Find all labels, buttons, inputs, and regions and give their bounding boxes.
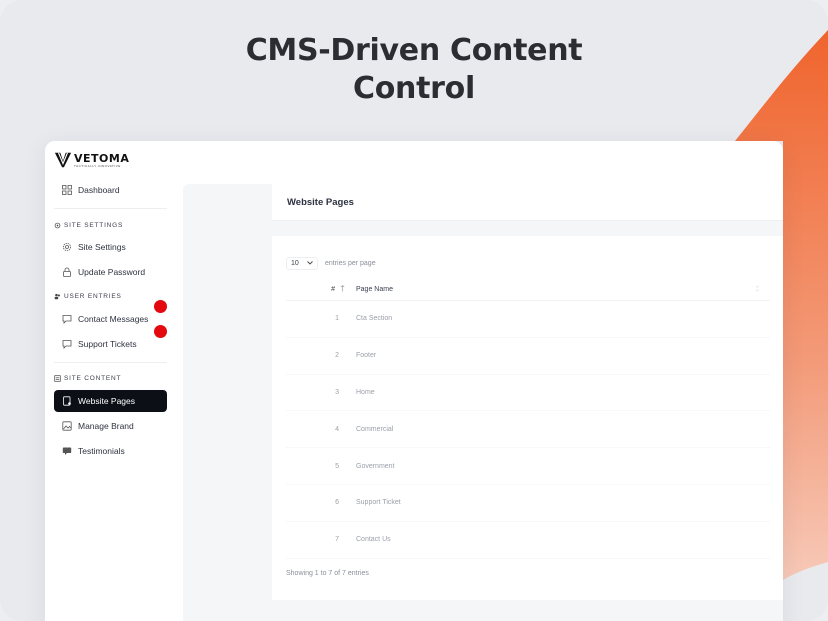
main-content: Website Pages 10 entries per page # Page… <box>183 184 783 621</box>
sidebar-item-website-pages[interactable]: Website Pages <box>54 390 167 412</box>
table-header: # Page Name <box>286 279 770 301</box>
sidebar: VETOMA TACTICALLY INNOVATIVE Dashboard S… <box>45 141 182 621</box>
table-row[interactable]: 6 Support Ticket <box>286 485 770 522</box>
sort-icon <box>340 285 345 294</box>
sidebar-item-support-tickets[interactable]: Support Tickets <box>54 333 167 355</box>
sidebar-item-manage-brand[interactable]: Manage Brand <box>54 415 167 437</box>
section-title-user-entries: USER ENTRIES <box>54 293 122 300</box>
table-row[interactable]: 2 Footer <box>286 338 770 375</box>
ticket-icon <box>62 339 72 349</box>
admin-app-window: VETOMA TACTICALLY INNOVATIVE Dashboard S… <box>45 141 783 621</box>
logo-v-icon <box>54 152 72 168</box>
section-title-site-content: SITE CONTENT <box>54 375 121 382</box>
sidebar-item-label: Support Tickets <box>78 339 137 349</box>
headline-line-1: CMS-Driven Content <box>245 33 583 68</box>
sidebar-item-label: Site Settings <box>78 242 126 252</box>
page-title: Website Pages <box>272 184 783 221</box>
section-title-site-settings: SITE SETTINGS <box>54 222 123 229</box>
dashboard-icon <box>62 185 72 195</box>
users-icon <box>54 293 61 300</box>
sidebar-item-label: Website Pages <box>78 396 136 406</box>
gear-icon <box>62 242 72 252</box>
pages-table-card: 10 entries per page # Page Name 1 Cta Se… <box>272 236 783 600</box>
sidebar-item-update-password[interactable]: Update Password <box>54 261 167 283</box>
chevron-down-icon <box>307 260 313 267</box>
promo-canvas: CMS-Driven Content Control VETOMA TACTIC… <box>0 0 828 621</box>
content-icon <box>54 375 61 382</box>
headline: CMS-Driven Content Control <box>0 32 828 108</box>
table-row[interactable]: 5 Government <box>286 448 770 485</box>
column-header-number[interactable]: # <box>286 285 356 294</box>
sidebar-item-testimonials[interactable]: Testimonials <box>54 440 167 462</box>
table-row[interactable]: 1 Cta Section <box>286 301 770 338</box>
sort-icon <box>755 285 760 294</box>
pages-table: # Page Name 1 Cta Section 2 Footer 3 Hom… <box>286 279 770 559</box>
image-icon <box>62 421 72 431</box>
logo-name: VETOMA <box>74 151 130 165</box>
sidebar-item-label: Manage Brand <box>78 421 134 431</box>
table-row[interactable]: 4 Commercial <box>286 411 770 449</box>
headline-line-2: Control <box>353 71 475 106</box>
sidebar-item-label: Update Password <box>78 267 146 277</box>
column-header-page-name[interactable]: Page Name <box>356 285 770 294</box>
entries-per-page-value: 10 <box>291 260 299 267</box>
brand-logo[interactable]: VETOMA TACTICALLY INNOVATIVE <box>54 151 129 169</box>
entries-length-control: 10 entries per page <box>286 257 376 270</box>
lock-icon <box>62 267 72 277</box>
sidebar-item-site-settings[interactable]: Site Settings <box>54 236 167 258</box>
sidebar-divider <box>54 362 167 363</box>
table-info-text: Showing 1 to 7 of 7 entries <box>286 570 369 577</box>
sidebar-item-label: Dashboard <box>78 185 120 195</box>
sidebar-item-label: Testimonials <box>78 446 125 456</box>
gear-icon <box>54 222 61 229</box>
testimonial-icon <box>62 446 72 456</box>
page-icon <box>62 396 72 406</box>
sidebar-divider <box>54 208 167 209</box>
sidebar-item-label: Contact Messages <box>78 314 149 324</box>
entries-per-page-select[interactable]: 10 <box>286 257 318 270</box>
sidebar-item-contact-messages[interactable]: Contact Messages <box>54 308 167 330</box>
table-row[interactable]: 7 Contact Us <box>286 522 770 559</box>
entries-per-page-label: entries per page <box>325 260 376 267</box>
sidebar-item-dashboard[interactable]: Dashboard <box>54 179 167 201</box>
message-icon <box>62 314 72 324</box>
table-row[interactable]: 3 Home <box>286 375 770 412</box>
